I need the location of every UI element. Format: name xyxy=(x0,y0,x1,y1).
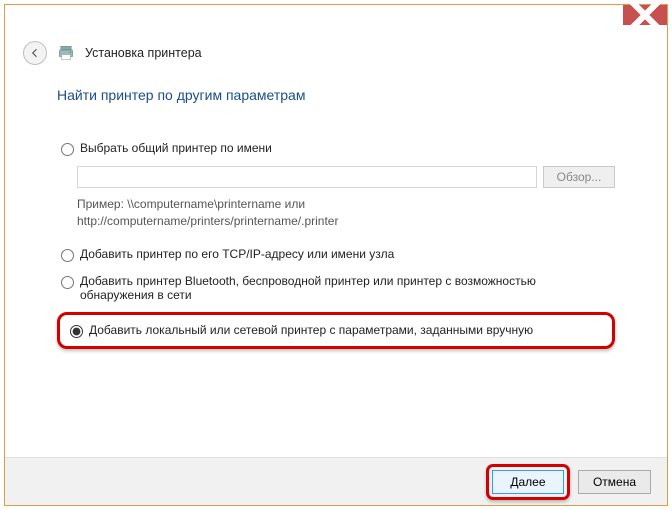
content-area: Найти принтер по другим параметрам Выбра… xyxy=(5,79,667,349)
back-button[interactable] xyxy=(23,41,47,65)
option-manual[interactable]: Добавить локальный или сетевой принтер с… xyxy=(66,321,606,340)
radio-bluetooth[interactable] xyxy=(61,276,74,289)
highlight-manual-option: Добавить локальный или сетевой принтер с… xyxy=(57,312,615,349)
option-shared-by-name[interactable]: Выбрать общий принтер по имени xyxy=(57,139,615,158)
option-tcpip[interactable]: Добавить принтер по его TCP/IP-адресу ил… xyxy=(57,245,615,264)
option-bluetooth-label: Добавить принтер Bluetooth, беспроводной… xyxy=(80,274,611,302)
footer: Далее Отмена xyxy=(5,457,667,505)
next-button[interactable]: Далее xyxy=(492,470,564,494)
cancel-button[interactable]: Отмена xyxy=(578,470,651,494)
radio-tcpip[interactable] xyxy=(61,249,74,262)
browse-button: Обзор... xyxy=(543,166,615,188)
window-title: Установка принтера xyxy=(85,46,202,60)
radio-shared-by-name[interactable] xyxy=(61,143,74,156)
radio-manual[interactable] xyxy=(70,325,83,338)
page-heading: Найти принтер по другим параметрам xyxy=(57,87,615,103)
example-text: Пример: \\computername\printername или h… xyxy=(77,196,615,231)
close-button[interactable] xyxy=(623,5,667,25)
option-shared-by-name-label: Выбрать общий принтер по имени xyxy=(80,141,272,155)
option-manual-label: Добавить локальный или сетевой принтер с… xyxy=(89,323,533,337)
header: Установка принтера xyxy=(5,33,667,79)
printer-icon xyxy=(57,44,75,62)
highlight-next-button: Далее xyxy=(486,464,570,500)
option-bluetooth[interactable]: Добавить принтер Bluetooth, беспроводной… xyxy=(57,272,615,304)
option-tcpip-label: Добавить принтер по его TCP/IP-адресу ил… xyxy=(80,247,394,261)
printer-name-row: Обзор... xyxy=(77,166,615,188)
titlebar xyxy=(5,5,667,33)
wizard-window: Установка принтера Найти принтер по друг… xyxy=(4,4,668,506)
printer-name-input[interactable] xyxy=(77,166,537,188)
